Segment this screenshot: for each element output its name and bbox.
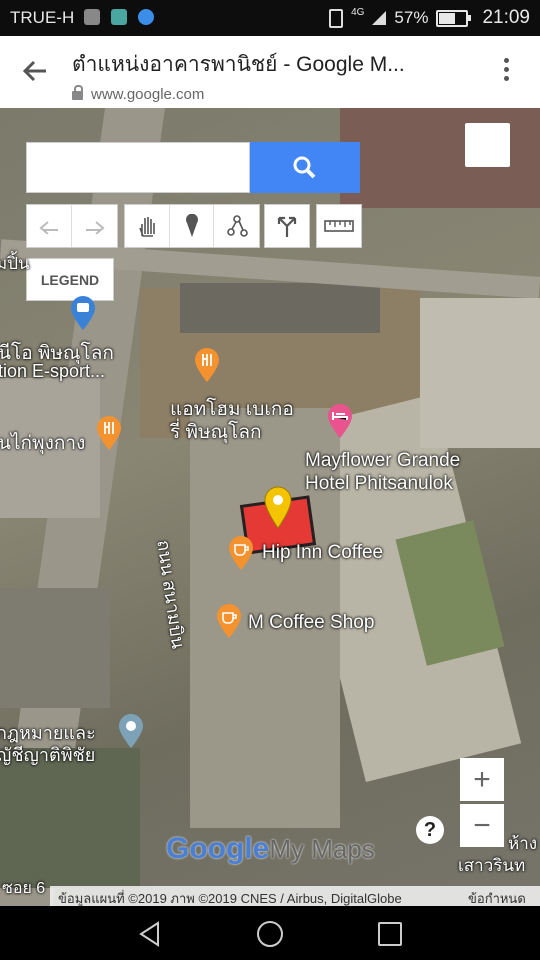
redo-icon[interactable] <box>72 205 117 247</box>
browser-header: ตำแหน่งอาคารพานิชย์ - Google M... www.go… <box>0 36 540 108</box>
lock-icon <box>72 85 83 100</box>
download-icon <box>111 9 127 25</box>
mymaps-wordmark: My Maps <box>269 834 375 864</box>
measure-group <box>316 204 362 248</box>
page-title: ตำแหน่งอาคารพานิชย์ - Google M... <box>72 53 405 76</box>
nav-recents-icon[interactable] <box>377 921 403 947</box>
building-right <box>420 298 540 448</box>
vibrate-icon <box>329 8 344 28</box>
building-left-low <box>0 588 110 708</box>
clock: 21:09 <box>482 7 530 28</box>
undo-icon[interactable] <box>27 205 72 247</box>
android-nav-bar <box>0 906 540 960</box>
map-label-mcoffee: M Coffee Shop <box>248 612 375 633</box>
ruler-icon[interactable] <box>317 205 361 247</box>
map-label-law-b: ญัชีญาติพิชัย <box>0 745 96 765</box>
map-label-partial: มปิ้น <box>0 254 30 273</box>
status-bar: TRUE-H 4G 57% 21:09 <box>0 0 540 36</box>
google-wordmark: Google <box>166 832 270 865</box>
messenger-icon <box>138 9 154 25</box>
add-marker-icon[interactable] <box>170 205 215 247</box>
map-label-hipinn: Hip Inn Coffee <box>262 542 384 563</box>
gallery-icon <box>84 9 100 25</box>
network-type: 4G <box>351 6 365 18</box>
overflow-menu-icon[interactable] <box>504 58 510 85</box>
directions-icon[interactable] <box>265 205 309 247</box>
help-icon[interactable]: ? <box>416 816 444 844</box>
back-arrow-icon[interactable] <box>20 56 50 86</box>
nav-back-icon[interactable] <box>136 920 164 948</box>
map-label-right-b: เสาวรินท <box>458 856 526 875</box>
hand-pan-icon[interactable] <box>125 205 170 247</box>
zoom-out-button[interactable]: − <box>460 804 504 847</box>
map-label-chicken: นไก่พุงกาง <box>0 433 86 454</box>
map-label-neo-b: tion E-sport... <box>0 361 106 381</box>
carrier-label: TRUE-H <box>10 8 75 27</box>
attribution-text: ข้อมูลแผนที่ ©2019 ภาพ ©2019 CNES / Airb… <box>58 891 402 906</box>
restaurant-pin-icon[interactable] <box>94 414 124 452</box>
selected-marker-icon[interactable] <box>262 484 294 530</box>
battery-percent: 57% <box>394 8 429 27</box>
url-text: www.google.com <box>91 86 205 103</box>
search-input[interactable] <box>26 142 250 193</box>
url-bar[interactable]: www.google.com <box>72 85 205 103</box>
zoom-in-button[interactable]: + <box>460 758 504 801</box>
pin-blue-icon[interactable] <box>68 294 98 332</box>
google-mymaps-logo: GoogleMy Maps <box>166 832 375 866</box>
signal-icon <box>372 11 387 25</box>
search-button[interactable] <box>250 142 360 193</box>
undo-redo-group <box>26 204 118 248</box>
parking-lot <box>180 283 380 333</box>
battery-icon <box>436 9 472 27</box>
restaurant-pin-icon[interactable] <box>192 346 222 384</box>
pin-gray-icon[interactable] <box>116 712 146 750</box>
map-label-bakery-b: รี่ พิษณุโลก <box>170 422 262 443</box>
nav-home-icon[interactable] <box>256 920 284 948</box>
top-right-lot <box>340 108 540 208</box>
map-canvas[interactable]: LEGEND มปิ้น นีโอ พิษณุโลก tion E-sport.… <box>0 108 540 906</box>
cafe-pin-icon[interactable] <box>226 534 256 572</box>
search-icon <box>293 156 316 179</box>
directions-group <box>264 204 310 248</box>
map-attribution: ข้อมูลแผนที่ ©2019 ภาพ ©2019 CNES / Airb… <box>50 886 540 906</box>
draw-line-icon[interactable] <box>214 205 259 247</box>
map-label-hotel-a: Mayflower Grande <box>305 450 461 471</box>
fullscreen-button[interactable] <box>465 123 510 167</box>
terms-link[interactable]: ข้อกำหนด <box>468 888 526 906</box>
trees-bottom <box>0 748 140 888</box>
hotel-pin-icon[interactable] <box>325 402 355 440</box>
map-tools-group <box>124 204 260 248</box>
map-label-hotel-b: Hotel Phitsanulok <box>305 473 453 494</box>
cafe-pin-icon[interactable] <box>214 602 244 640</box>
map-label-soi: ซอย 6 <box>2 880 46 897</box>
